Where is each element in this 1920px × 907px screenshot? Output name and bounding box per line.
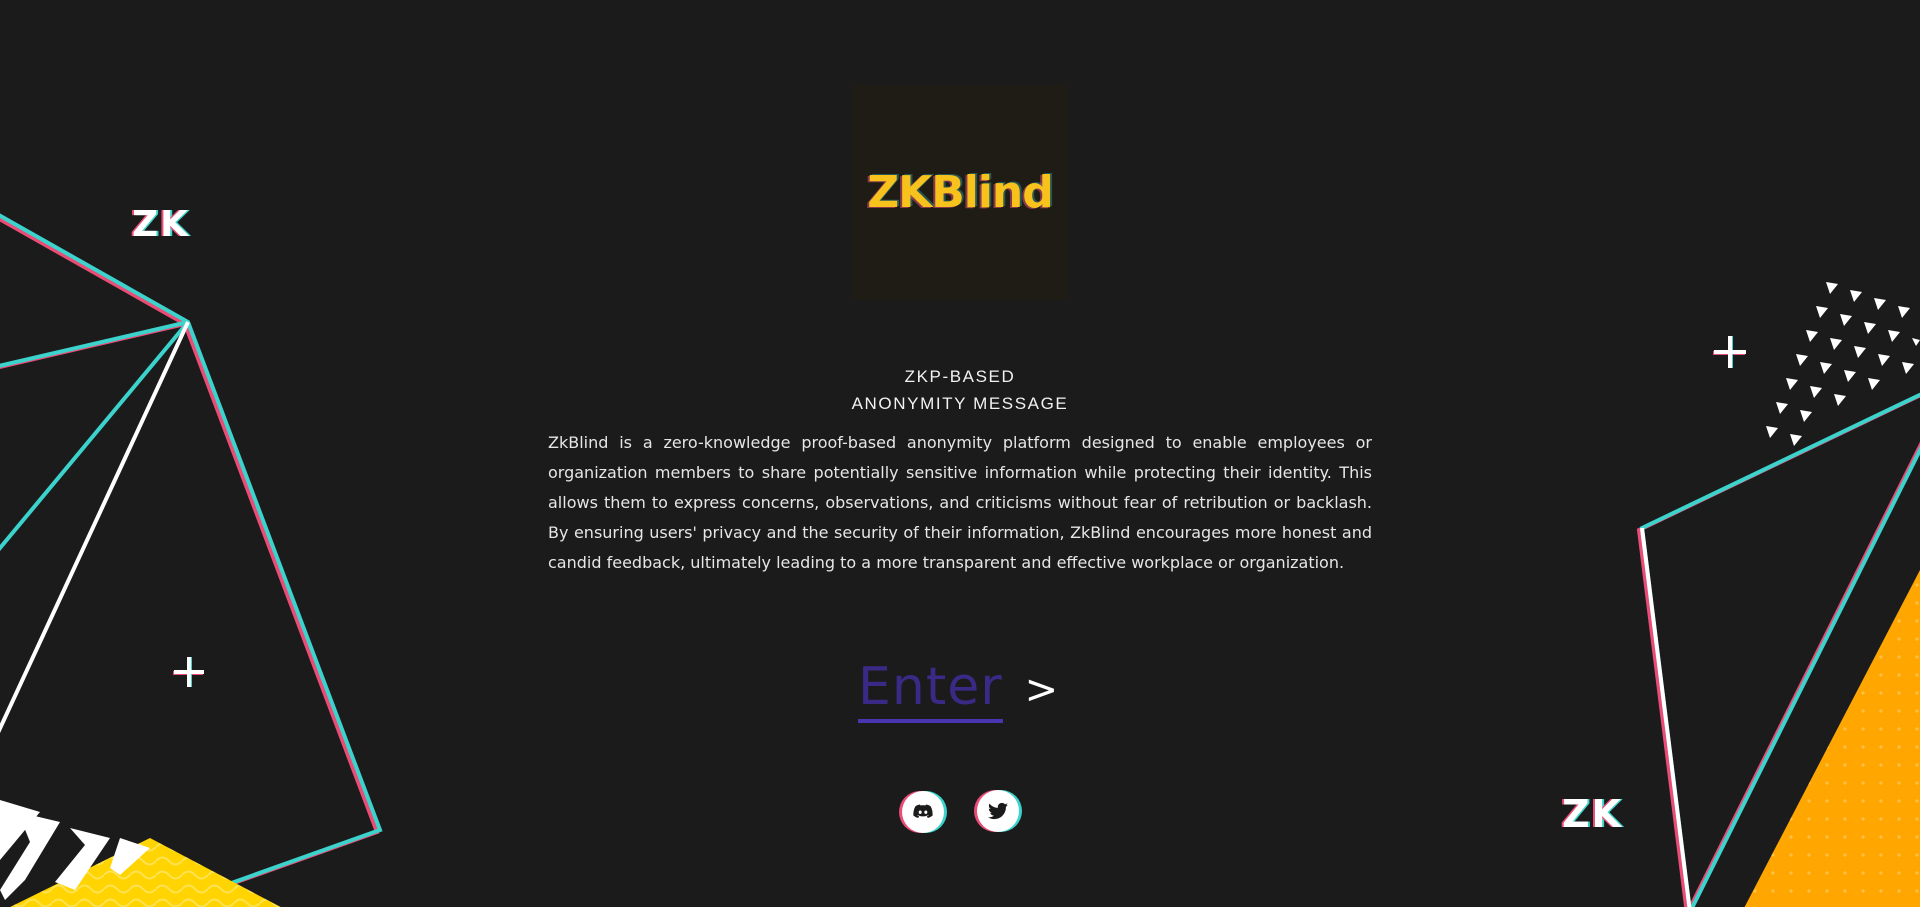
right-plus-icon [1713, 336, 1746, 368]
left-yellow-shape [10, 838, 281, 907]
logo: ZKBlind [852, 85, 1068, 300]
twitter-icon [987, 802, 1008, 820]
right-geometric-outline [1636, 392, 1920, 907]
description-text: ZkBlind is a zero-knowledge proof-based … [548, 433, 1372, 572]
zk-decor-left: ZK [132, 204, 190, 245]
enter-label: Enter [858, 657, 1003, 723]
enter-arrow-icon: > [1024, 667, 1059, 713]
enter-link[interactable]: Enter > [858, 650, 1058, 730]
logo-text: ZKBlind [867, 167, 1054, 218]
right-orange-shape [1744, 570, 1920, 907]
right-flag-pattern [1766, 282, 1920, 446]
subtitle-line-2: ANONYMITY MESSAGE [851, 394, 1069, 413]
discord-icon [913, 804, 933, 818]
subtitle-line-1: ZKP-BASED [904, 367, 1016, 386]
zk-decor-right: ZK [1562, 792, 1623, 836]
left-plus-icon [173, 657, 204, 687]
twitter-button[interactable] [977, 790, 1019, 832]
left-chevrons [0, 800, 150, 900]
discord-button[interactable] [902, 791, 944, 833]
page-subtitle: ZKP-BASED ANONYMITY MESSAGE [760, 363, 1160, 417]
left-geometric-outline [0, 213, 383, 907]
